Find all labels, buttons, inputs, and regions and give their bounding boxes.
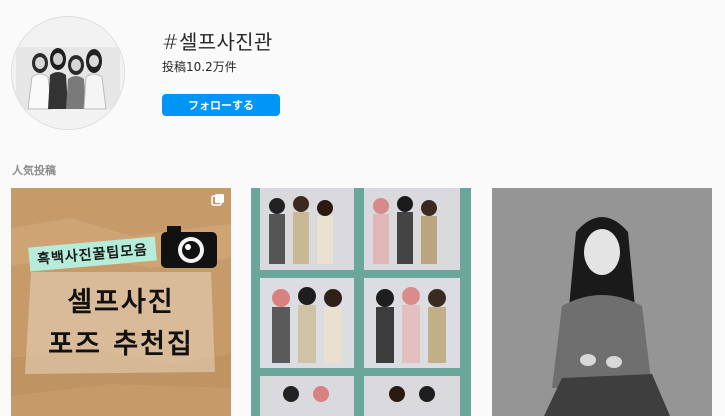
hashtag-title: #셀프사진관 — [162, 30, 273, 54]
photo-booth-collage — [251, 188, 471, 416]
top-posts-heading: 人気投稿 — [12, 164, 56, 177]
hashtag-avatar — [11, 16, 125, 130]
post-banner-text: 흑백사진꿀팁모음 — [28, 236, 157, 272]
avatar-group-photo — [12, 17, 124, 129]
follow-button[interactable]: フォローする — [162, 94, 280, 116]
post-count: 投稿10.2万件 — [162, 60, 237, 74]
post-headline-line2: 포즈 추천집 — [48, 329, 194, 360]
post-thumbnail-3[interactable] — [492, 188, 712, 416]
bw-portrait-photo — [492, 188, 712, 416]
post-thumbnail-2[interactable] — [251, 188, 471, 416]
multiple-images-icon — [211, 194, 224, 206]
post-thumbnail-1[interactable]: 흑백사진꿀팁모음 셀프사진 포즈 추천집 — [11, 188, 231, 416]
post-headline-line1: 셀프사진 — [67, 287, 175, 318]
